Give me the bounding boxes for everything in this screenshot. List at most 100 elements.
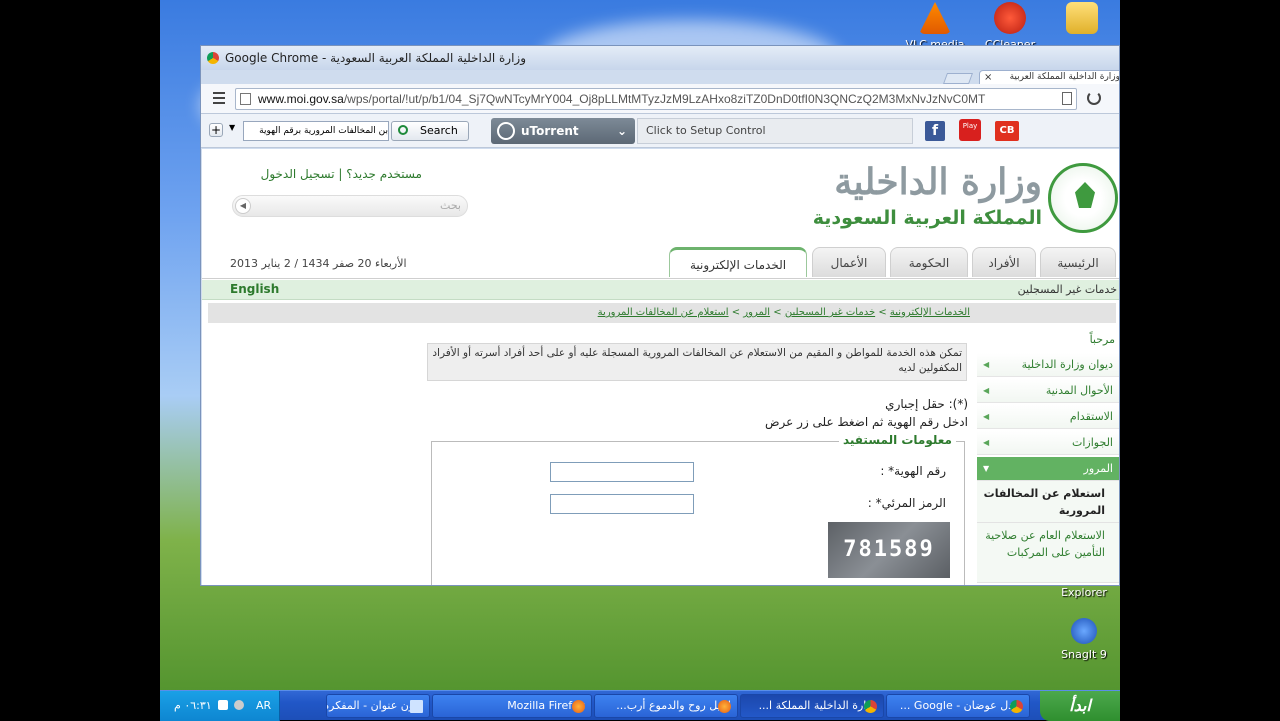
- breadcrumb-item[interactable]: خدمات غير المسجلين: [785, 307, 875, 318]
- english-link[interactable]: English: [230, 282, 279, 296]
- intro-box: تمكن هذه الخدمة للمواطن و المقيم من الاس…: [427, 343, 967, 381]
- tab-business[interactable]: الأعمال: [812, 247, 886, 277]
- sidebar-sub-traffic-violations[interactable]: استعلام عن المخالفات المرورية: [977, 481, 1119, 523]
- folder-icon: [1066, 2, 1098, 34]
- breadcrumb: الخدمات الإلكترونية > خدمات غير المسجلين…: [208, 303, 1116, 323]
- section-bar: خدمات غير المسجلين English: [202, 280, 1119, 300]
- section-title: خدمات غير المسجلين: [1017, 283, 1117, 296]
- sidebar-item-civil-affairs[interactable]: الأحوال المدنية ◀: [977, 379, 1119, 403]
- tab-label: الرئيسية: [1057, 256, 1099, 270]
- arrow-left-icon: ◀: [983, 438, 990, 447]
- captcha-text: 781589: [843, 537, 935, 562]
- breadcrumb-item[interactable]: الخدمات الإلكترونية: [890, 307, 970, 318]
- document-icon[interactable]: [1062, 92, 1072, 105]
- site-search-placeholder: بحث: [440, 199, 461, 212]
- tab-label: الخدمات الإلكترونية: [689, 258, 787, 272]
- facebook-icon[interactable]: f: [925, 121, 945, 141]
- new-user-link[interactable]: مستخدم جديد؟: [346, 167, 422, 181]
- chrome-window: Google Chrome - وزارة الداخلية المملكة ا…: [200, 45, 1120, 586]
- tab-label: الأفراد: [988, 256, 1020, 270]
- taskbar-item-label: وزارة الداخلية المملكة ا...: [758, 699, 877, 712]
- arrow-left-icon: ◀: [983, 412, 990, 421]
- instruction-text: ادخل رقم الهوية ثم اضغط على زر عرض: [765, 415, 968, 429]
- captcha-image: 781589: [828, 522, 950, 578]
- taskbar-item[interactable]: وزارة الداخلية المملكة ا...: [740, 694, 884, 718]
- new-tab-button[interactable]: [942, 73, 974, 84]
- tab-e-services[interactable]: الخدمات الإلكترونية: [669, 247, 807, 277]
- tab-home[interactable]: الرئيسية: [1040, 247, 1116, 277]
- tray-icon[interactable]: [218, 700, 228, 710]
- sidebar-item-passports[interactable]: الجوازات ◀: [977, 431, 1119, 455]
- search-go-button[interactable]: ◀: [235, 198, 251, 214]
- desktop-icon-label: Explorer: [1061, 586, 1107, 599]
- address-bar[interactable]: www.moi.gov.sa/wps/portal/!ut/p/b1/04_Sj…: [235, 88, 1077, 110]
- chevron-down-icon: ⌄: [616, 124, 627, 138]
- taskbar-item-label: الليل روح والدموع أرب...: [616, 699, 731, 712]
- sidebar-item-label: ديوان وزارة الداخلية: [1021, 358, 1113, 371]
- menu-icon[interactable]: [213, 92, 225, 104]
- ext-search-input[interactable]: [243, 121, 389, 141]
- browser-tab[interactable]: × وزارة الداخلية المملكة العربية: [979, 70, 1120, 84]
- vlc-desktop-icon[interactable]: VLC media: [895, 2, 975, 51]
- arrow-left-icon: ◀: [983, 360, 990, 369]
- folder-desktop-icon[interactable]: [1042, 2, 1120, 38]
- cb-button[interactable]: CB: [995, 121, 1019, 141]
- firefox-icon: [718, 700, 731, 713]
- browser-toolbar: www.moi.gov.sa/wps/portal/!ut/p/b1/04_Sj…: [201, 84, 1119, 114]
- vlc-cone-icon: [919, 2, 951, 34]
- fieldset-legend: معلومات المستفيد: [838, 433, 956, 447]
- sidebar-item-diwan[interactable]: ديوان وزارة الداخلية ◀: [977, 353, 1119, 377]
- site-search-box[interactable]: بحث ◀: [232, 195, 468, 217]
- breadcrumb-item[interactable]: استعلام عن المخالفات المرورية: [598, 307, 729, 318]
- utorrent-button[interactable]: uTorrent ⌄: [491, 118, 635, 144]
- logo-title: وزارة الداخلية: [834, 161, 1042, 203]
- welcome-text: مرحباً: [1089, 333, 1115, 346]
- breadcrumb-item[interactable]: المرور: [743, 307, 770, 318]
- dropdown-arrow-icon[interactable]: ▼: [229, 123, 235, 132]
- play-videos-button[interactable]: Play: [959, 119, 981, 141]
- sidebar-sub-label: استعلام عن المخالفات المرورية: [983, 487, 1105, 517]
- tab-label: الحكومة: [908, 256, 950, 270]
- start-button[interactable]: ابدأ: [1040, 691, 1120, 721]
- taskbar-item[interactable]: الليل روح والدموع أرب...: [594, 694, 738, 718]
- reload-icon[interactable]: [1087, 91, 1101, 105]
- arrow-left-icon: ◀: [983, 386, 990, 395]
- add-icon[interactable]: +: [209, 123, 223, 137]
- clock[interactable]: ٠٦:٣١ م: [174, 699, 212, 712]
- tab-close-icon[interactable]: ×: [984, 71, 992, 84]
- sidebar-item-recruitment[interactable]: الاستقدام ◀: [977, 405, 1119, 429]
- tab-individuals[interactable]: الأفراد: [972, 247, 1036, 277]
- ccleaner-desktop-icon[interactable]: CCleaner: [970, 2, 1050, 51]
- start-label: ابدأ: [1069, 696, 1091, 715]
- arrow-down-icon: ▼: [983, 464, 990, 473]
- id-number-input[interactable]: [550, 462, 694, 482]
- chrome-logo-icon: [207, 52, 219, 64]
- sidebar-item-traffic[interactable]: المرور ▼: [977, 457, 1119, 481]
- desktop-icon-label: SnagIt 9: [1061, 648, 1107, 661]
- explorer-desktop-icon[interactable]: Explorer: [1044, 586, 1120, 599]
- taskbar-item[interactable]: بدون عنوان - المفكرة: [326, 694, 430, 718]
- login-link[interactable]: تسجيل الدخول: [261, 167, 335, 181]
- tray-icon[interactable]: [234, 700, 244, 710]
- taskbar-item[interactable]: عادل عوضان - Google ...: [886, 694, 1030, 718]
- tab-government[interactable]: الحكومة: [890, 247, 968, 277]
- captcha-input[interactable]: [550, 494, 694, 514]
- notepad-icon: [410, 700, 423, 713]
- tab-label: الأعمال: [830, 256, 868, 270]
- url-path: /wps/portal/!ut/p/b1/04_Sj7QwNTcyMrY004_…: [343, 92, 986, 106]
- ext-search-button[interactable]: Search: [391, 121, 469, 141]
- chrome-logo-icon: [1010, 700, 1023, 713]
- snagit-desktop-icon[interactable]: SnagIt 9: [1044, 618, 1120, 661]
- utorrent-label: uTorrent: [521, 124, 579, 138]
- language-indicator[interactable]: AR: [256, 699, 271, 712]
- snagit-icon: [1071, 618, 1097, 644]
- taskbar: ٠٦:٣١ م AR بدون عنوان - المفكرة Mozilla …: [160, 690, 1120, 721]
- window-title: Google Chrome - وزارة الداخلية المملكة ا…: [225, 51, 526, 65]
- tab-title: وزارة الداخلية المملكة العربية: [1009, 72, 1120, 82]
- sidebar-item-label: الأحوال المدنية: [1045, 384, 1113, 397]
- ccleaner-icon: [994, 2, 1026, 34]
- sidebar-sub-insurance[interactable]: الاستعلام العام عن صلاحية التأمين على ال…: [977, 523, 1119, 583]
- setup-control-field[interactable]: Click to Setup Control: [637, 118, 913, 144]
- taskbar-item[interactable]: Mozilla Firefox: [432, 694, 592, 718]
- sidebar: مرحباً ديوان وزارة الداخلية ◀ الأحوال الم…: [977, 329, 1119, 585]
